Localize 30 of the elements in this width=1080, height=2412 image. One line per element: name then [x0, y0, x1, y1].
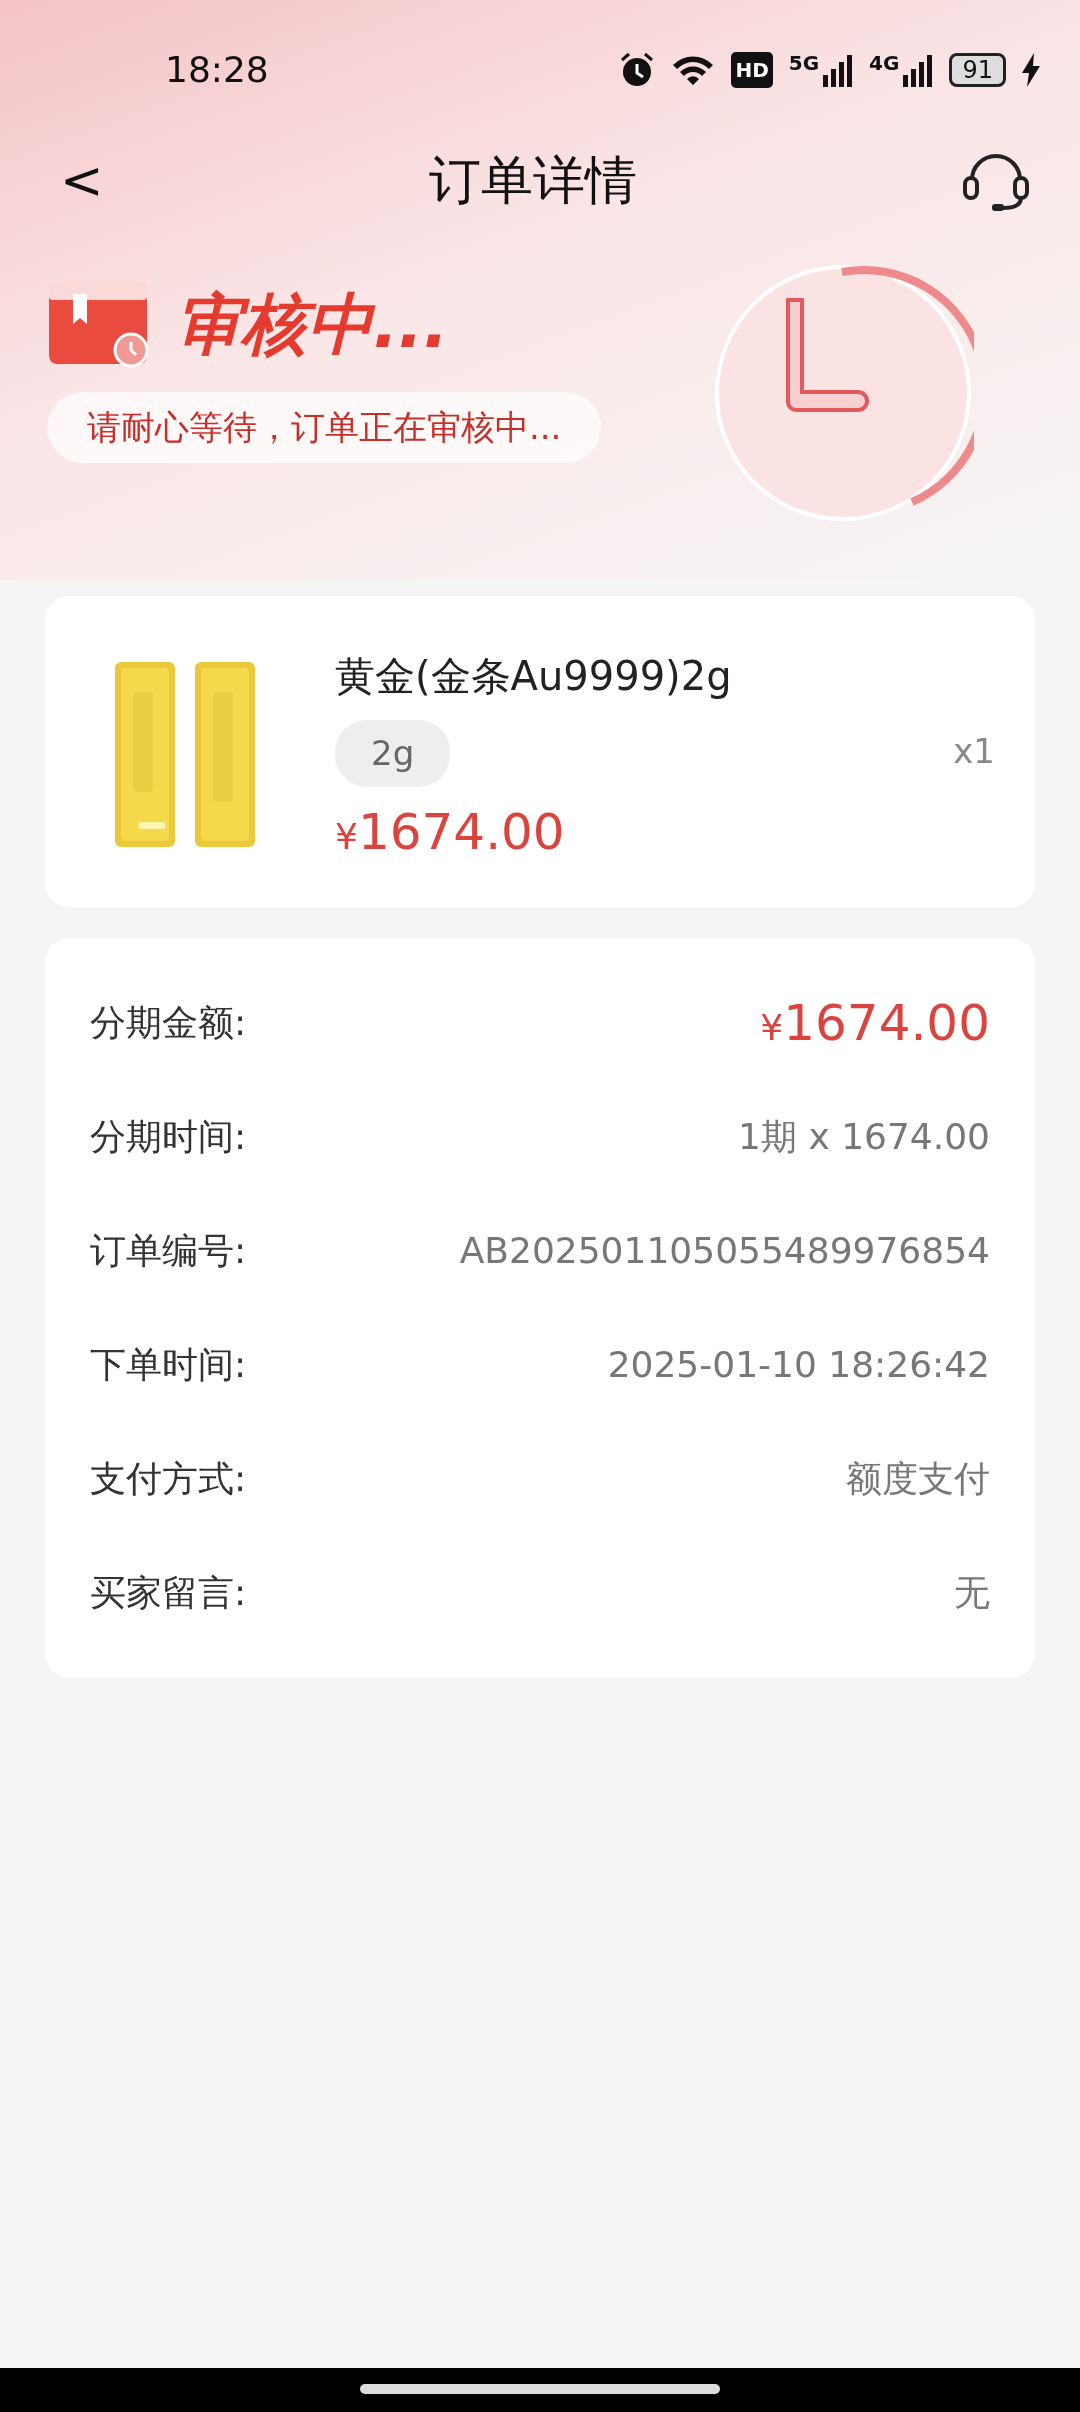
detail-label: 订单编号: — [90, 1229, 247, 1273]
detail-label: 下单时间: — [90, 1343, 247, 1387]
product-price: ¥1674.00 — [335, 807, 565, 857]
detail-label: 买家留言: — [90, 1571, 247, 1615]
detail-value: ¥1674.00 — [760, 992, 990, 1054]
detail-value: 1期 x 1674.00 — [738, 1115, 990, 1159]
product-name: 黄金(金条Au9999)2g — [335, 652, 732, 701]
detail-value: 2025-01-10 18:26:42 — [607, 1343, 990, 1387]
detail-label: 分期金额: — [90, 1001, 247, 1045]
back-button[interactable]: < — [60, 154, 104, 206]
quantity: x1 — [953, 730, 995, 773]
page-title: 订单详情 — [428, 149, 637, 212]
detail-label: 分期时间: — [90, 1115, 247, 1159]
status-message: 请耐心等待，订单正在审核中... — [47, 392, 602, 463]
detail-value: AB202501105055489976854 — [459, 1229, 990, 1273]
spec-tag: 2g — [335, 720, 451, 787]
signal-icon — [823, 53, 854, 87]
network-label: 5G — [788, 53, 820, 73]
network-label: 4G — [869, 53, 900, 73]
detail-label: 支付方式: — [90, 1457, 247, 1501]
status-title: 审核中... — [175, 285, 449, 365]
battery-level: 91 — [949, 53, 1006, 87]
clock-icon — [712, 262, 974, 524]
detail-value: 额度支付 — [846, 1457, 990, 1501]
clock-time: 18:28 — [165, 48, 269, 92]
detail-value: 无 — [954, 1571, 990, 1615]
box-icon — [47, 279, 151, 370]
alarm-icon — [619, 52, 656, 88]
signal-icon — [903, 53, 934, 87]
hd-icon: HD — [731, 52, 773, 88]
